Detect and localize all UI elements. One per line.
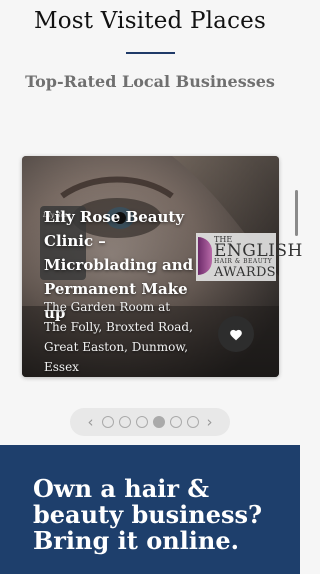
- chevron-left-icon[interactable]: ‹: [85, 413, 97, 431]
- chevron-right-icon[interactable]: ›: [204, 413, 216, 431]
- pager-dot[interactable]: [135, 416, 148, 428]
- page-subtitle: Top-Rated Local Businesses: [25, 72, 275, 91]
- pager-dot[interactable]: [118, 416, 131, 428]
- pager-dot[interactable]: [101, 416, 114, 428]
- scrollbar[interactable]: [295, 190, 298, 236]
- page-title: Most Visited Places: [33, 8, 266, 34]
- title-divider: [126, 52, 175, 54]
- promo-text: Own a hair & beauty business? Bring it o…: [33, 474, 263, 555]
- carousel-pager: ‹ ›: [70, 408, 230, 436]
- pager-dot[interactable]: [169, 416, 182, 428]
- pager-dot[interactable]: [186, 416, 199, 428]
- award-line: AWARDS: [214, 265, 276, 280]
- pager-dot-active[interactable]: [152, 416, 165, 428]
- favorite-button[interactable]: [218, 316, 254, 352]
- award-swirl-icon: [198, 237, 212, 275]
- business-address: The Garden Room at The Folly, Broxted Ro…: [44, 300, 193, 374]
- heart-icon: [230, 329, 242, 340]
- award-badge: THE ENGLISH HAIR & BEAUTY AWARDS: [196, 233, 302, 281]
- award-line: HAIR & BEAUTY: [214, 258, 273, 265]
- promo-banner[interactable]: Own a hair & beauty business? Bring it o…: [0, 445, 300, 574]
